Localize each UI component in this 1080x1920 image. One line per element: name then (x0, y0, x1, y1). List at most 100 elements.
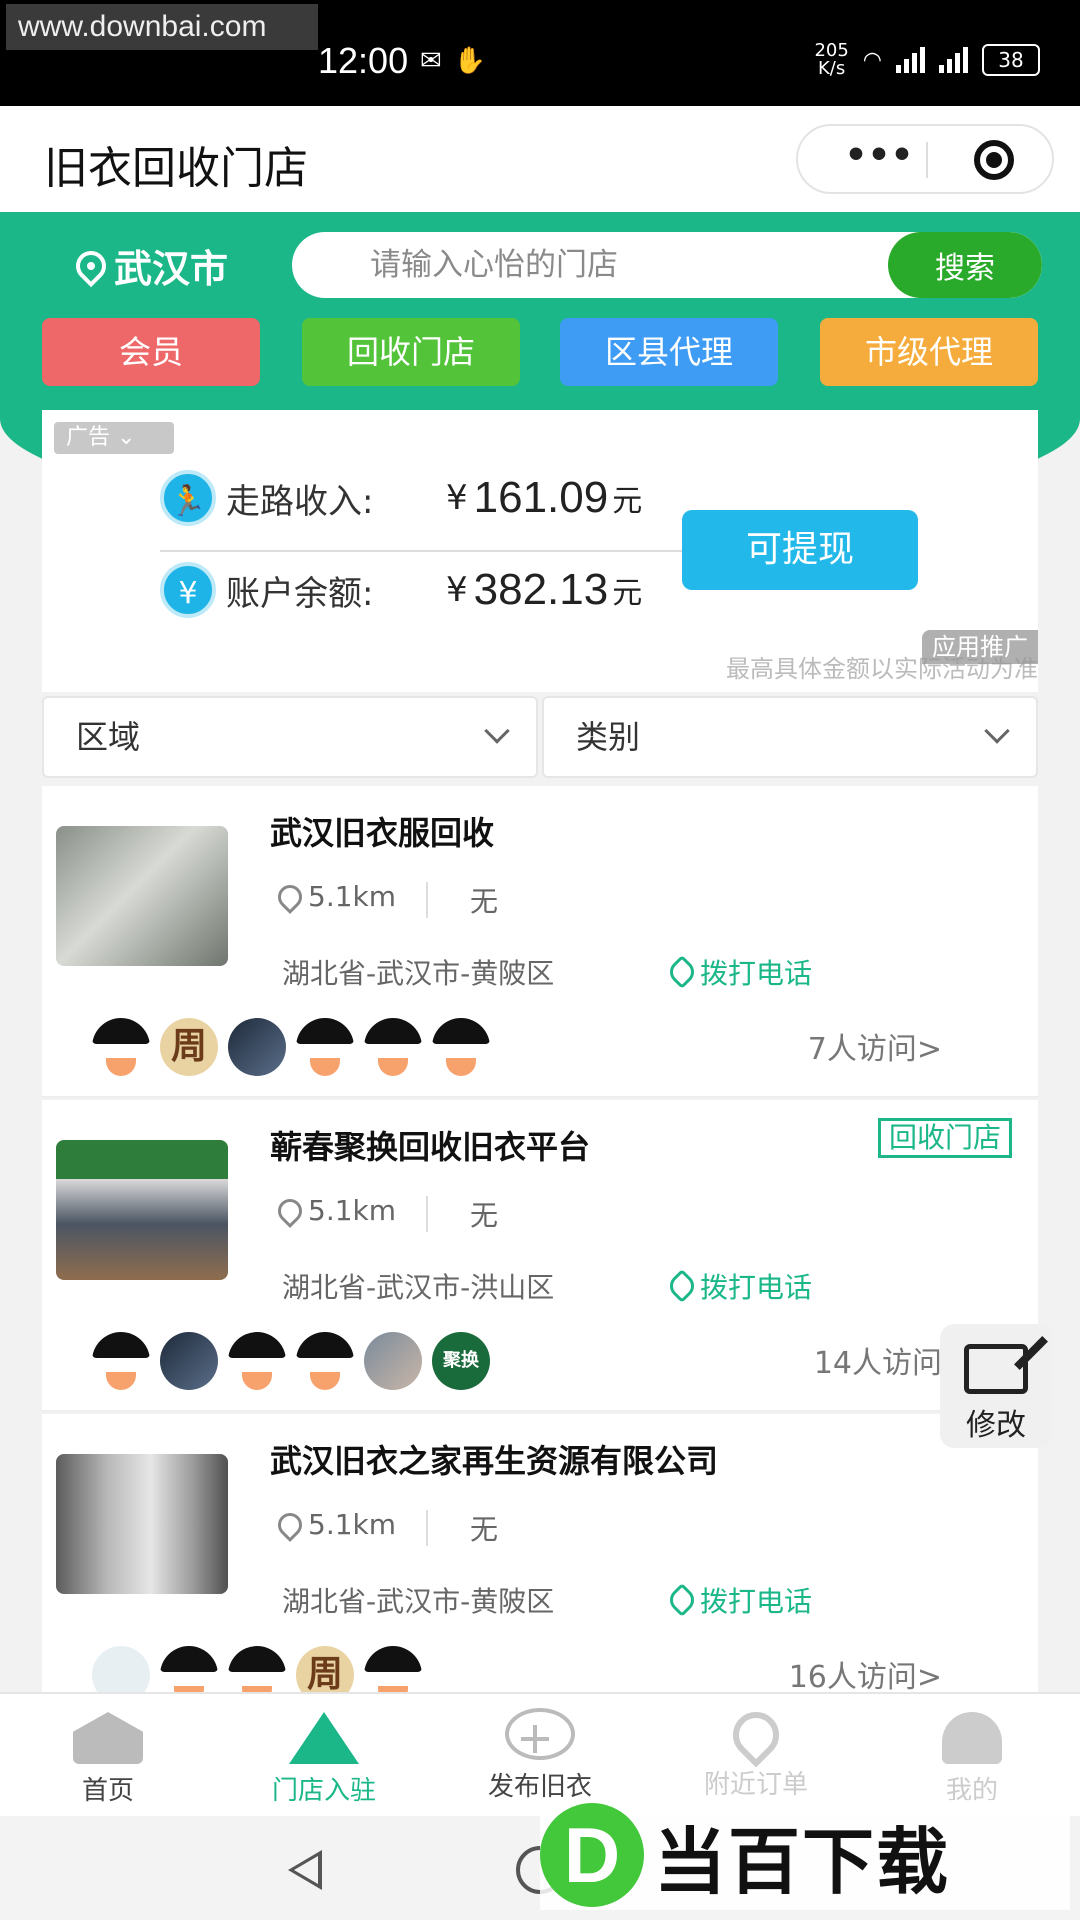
tab-store-join[interactable]: 门店入驻 (216, 1694, 432, 1818)
store-name: 武汉旧衣之家再生资源有限公司 (270, 1442, 719, 1480)
search-bar: 搜索 (292, 232, 1042, 298)
ad-divider (160, 550, 700, 552)
phone-icon (665, 955, 699, 989)
category-county-agent-button[interactable]: 区县代理 (560, 318, 778, 386)
avatar (228, 1332, 286, 1390)
city-name: 武汉市 (114, 247, 229, 291)
location-icon (273, 1193, 307, 1228)
app-header: 旧衣回收门店 ••• (0, 106, 1080, 212)
location-icon (723, 1702, 789, 1768)
walking-icon: 🏃 (160, 470, 216, 526)
avatar: 周 (160, 1018, 218, 1076)
user-icon (942, 1712, 1002, 1764)
avatar (160, 1332, 218, 1390)
store-distance: 5.1km (273, 1507, 397, 1542)
store-address: 湖北省-武汉市-黄陂区 (282, 957, 555, 990)
store-icon (289, 1712, 359, 1764)
page-title: 旧衣回收门店 (44, 143, 308, 194)
distance-value: 5.1km (308, 1194, 397, 1227)
walk-income-row: 🏃 走路收入: ¥ 161.09 元 (160, 466, 700, 530)
signal-5g-icon (896, 47, 925, 73)
watermark-url: www.downbai.com (6, 4, 318, 50)
distance-value: 5.1km (308, 1508, 397, 1541)
edit-label: 修改 (966, 1408, 1026, 1443)
visit-count[interactable]: 14人访问 (814, 1338, 942, 1382)
visit-count[interactable]: 16人访问> (789, 1652, 942, 1696)
store-address: 湖北省-武汉市-黄陂区 (282, 1585, 555, 1618)
call-label: 拨打电话 (700, 1585, 813, 1618)
category-store-button[interactable]: 回收门店 (302, 318, 520, 386)
category-city-agent-button[interactable]: 市级代理 (820, 318, 1038, 386)
store-address: 湖北省-武汉市-洪山区 (282, 1271, 555, 1304)
ad-app-promo-tag: 应用推广 (922, 630, 1038, 664)
divider (426, 882, 428, 918)
site-watermark-logo: D 当百下载 (540, 1800, 1070, 1910)
balance-row: ¥ 账户余额: ¥ 382.13 元 (160, 558, 700, 622)
edit-button[interactable]: 修改 (940, 1324, 1052, 1448)
avatar (296, 1018, 354, 1076)
city-selector[interactable]: 武汉市 (69, 238, 229, 293)
location-icon (273, 1507, 307, 1542)
category-row: 会员 回收门店 区县代理 市级代理 (42, 318, 1038, 386)
tab-home-label: 首页 (81, 1776, 134, 1806)
category-filter-label: 类别 (576, 718, 641, 756)
withdraw-button[interactable]: 可提现 (682, 510, 918, 590)
category-filter[interactable]: 类别 (542, 696, 1038, 778)
money-bag-icon: ¥ (160, 562, 216, 618)
avatar (364, 1332, 422, 1390)
store-extra: 无 (470, 885, 499, 918)
call-button[interactable]: 拨打电话 (665, 1580, 813, 1620)
avatar (364, 1018, 422, 1076)
store-thumbnail (56, 1140, 228, 1280)
hand-icon: ✋ (453, 46, 487, 76)
plus-circle-icon (505, 1708, 575, 1760)
search-input[interactable] (292, 232, 882, 298)
capsule-divider (926, 142, 928, 178)
divider (426, 1196, 428, 1232)
chevron-down-icon (484, 718, 510, 744)
visit-count[interactable]: 7人访问> (808, 1024, 942, 1068)
wechat-icon: ✉ (420, 46, 442, 76)
more-menu-icon[interactable]: ••• (834, 126, 924, 192)
miniprogram-capsule: ••• (796, 124, 1054, 194)
list-item[interactable]: 蕲春聚换回收旧衣平台 回收门店 5.1km 无 湖北省-武汉市-洪山区 拨打电话… (42, 1100, 1038, 1412)
store-extra: 无 (470, 1199, 499, 1232)
location-icon (273, 879, 307, 914)
home-icon (73, 1712, 143, 1764)
store-distance: 5.1km (273, 1193, 397, 1228)
tab-publish-label: 发布旧衣 (487, 1772, 592, 1802)
category-member-button[interactable]: 会员 (42, 318, 260, 386)
walk-income-unit: 元 (612, 484, 643, 519)
region-filter[interactable]: 区域 (42, 696, 538, 778)
list-item[interactable]: 武汉旧衣服回收 5.1km 无 湖北省-武汉市-黄陂区 拨打电话 周 7人访问> (42, 786, 1038, 1098)
tab-store-join-label: 门店入驻 (271, 1776, 376, 1806)
battery-icon: 38 (982, 44, 1040, 76)
location-pin-icon (69, 244, 113, 287)
store-thumbnail (56, 1454, 228, 1594)
search-button[interactable]: 搜索 (888, 232, 1042, 298)
tab-home[interactable]: 首页 (0, 1694, 216, 1818)
logo-letter: D (540, 1803, 644, 1907)
divider (426, 1510, 428, 1546)
store-type-badge: 回收门店 (877, 1118, 1012, 1158)
walk-income-label: 走路收入: (226, 481, 374, 522)
balance-unit: 元 (612, 576, 643, 611)
bottom-tab-bar: 首页 门店入驻 发布旧衣 附近订单 我的 (0, 1692, 1080, 1816)
balance-currency: ¥ (446, 570, 468, 610)
ad-banner[interactable]: 广告 ⌄ 🏃 走路收入: ¥ 161.09 元 ¥ 账户余额: ¥ 382.13… (42, 410, 1038, 692)
call-button[interactable]: 拨打电话 (665, 952, 812, 992)
avatar (432, 1018, 490, 1076)
store-name: 武汉旧衣服回收 (270, 814, 495, 852)
back-icon[interactable] (288, 1850, 322, 1890)
call-button[interactable]: 拨打电话 (665, 1266, 812, 1306)
walk-income-amount: 161.09 (473, 473, 609, 522)
list-item[interactable]: 武汉旧衣之家再生资源有限公司 5.1km 无 湖北省-武汉市-黄陂区 拨打电话 … (42, 1414, 1038, 1726)
avatar (92, 1018, 150, 1076)
close-target-icon[interactable] (974, 140, 1014, 180)
ad-tag[interactable]: 广告 ⌄ (54, 422, 174, 454)
tab-nearby-label: 附近订单 (703, 1770, 808, 1800)
avatar (296, 1332, 354, 1390)
store-extra: 无 (470, 1513, 499, 1546)
visitor-avatars: 聚换 (92, 1332, 490, 1394)
wifi-icon: ◠ (862, 47, 882, 73)
